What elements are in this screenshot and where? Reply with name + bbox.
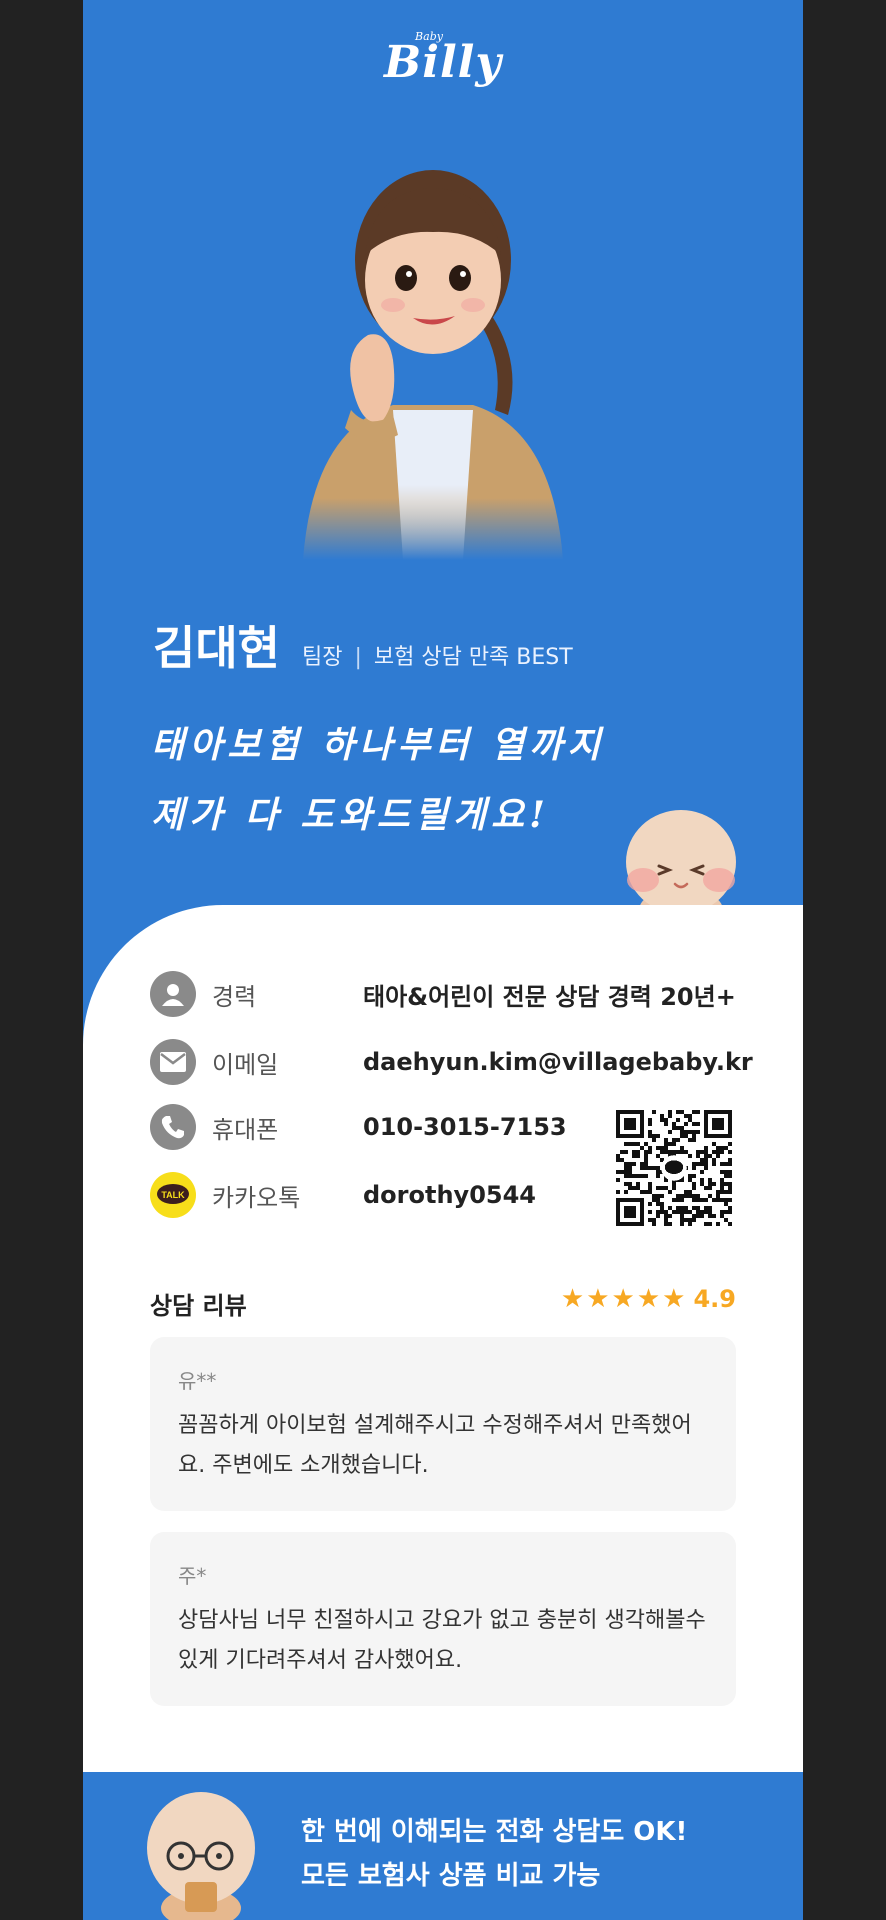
star-icon: ★ [636, 1284, 661, 1314]
career-row: 경력 태아&어린이 전문 상담 경력 20년+ [150, 969, 736, 1019]
slogan-line-1: 태아보험 하나부터 열까지 [151, 724, 606, 766]
consultant-role: 팀장 | 보험 상담 만족 BEST [302, 639, 573, 671]
star-icon: ★ [586, 1284, 610, 1314]
slogan-line-2: 제가 다 도와드릴게요! [151, 794, 550, 836]
email-value[interactable]: daehyun.kim@villagebaby.kr [363, 1048, 753, 1076]
rating-stars: ★ ★ ★ ★ ★ 4.9 [559, 1284, 736, 1314]
reviews-title: 상담 리뷰 [150, 1292, 247, 1320]
role-title: 팀장 [301, 645, 343, 670]
phone-row[interactable]: 휴대폰 010-3015-7153 [150, 1102, 567, 1152]
star-icon: ★ [662, 1284, 686, 1314]
email-row[interactable]: 이메일 daehyun.kim@villagebaby.kr [150, 1037, 753, 1087]
mail-icon [150, 1039, 196, 1085]
phone-value[interactable]: 010-3015-7153 [363, 1113, 567, 1141]
role-badge: 보험 상담 만족 BEST [373, 645, 573, 670]
kakao-value[interactable]: dorothy0544 [363, 1181, 536, 1209]
role-divider: | [354, 645, 362, 670]
phone-icon [150, 1104, 196, 1150]
consultant-name: 김대현 [153, 621, 280, 675]
career-value: 태아&어린이 전문 상담 경력 20년+ [363, 982, 736, 1011]
footer-banner[interactable]: 한 번에 이해되는 전화 상담도 OK! 모든 보험사 상품 비교 가능 [83, 1772, 803, 1920]
phone-label: 휴대폰 [212, 1115, 279, 1144]
qr-code[interactable] [616, 1110, 732, 1226]
name-row: 김대현 팀장 | 보험 상담 만족 BEST [153, 612, 573, 678]
person-icon [150, 971, 196, 1017]
career-label: 경력 [212, 982, 257, 1011]
kakao-icon-text: TALK [161, 1190, 185, 1200]
review-text: 꼼꼼하게 아이보험 설계해주시고 수정해주셔서 만족했어요. 주변에도 소개했습… [178, 1413, 692, 1478]
email-label: 이메일 [212, 1050, 279, 1079]
kakao-talk-icon: TALK [150, 1172, 196, 1218]
rating-value: 4.9 [693, 1285, 736, 1313]
review-card: 주* 상담사님 너무 친절하시고 강요가 없고 충분히 생각해볼수 있게 기다려… [150, 1532, 736, 1706]
consultant-avatar [303, 170, 563, 560]
brand-logo: Baby Billy [83, 30, 803, 88]
profile-card: Baby Billy 김대현 팀장 | 보험 상담 만족 BEST 태아보험 하… [83, 0, 803, 1920]
baby-glasses-character [147, 1792, 255, 1920]
logo-billy-text: Billy [384, 37, 502, 88]
star-icon: ★ [560, 1284, 585, 1314]
review-text: 상담사님 너무 친절하시고 강요가 없고 충분히 생각해볼수 있게 기다려주셔서… [178, 1608, 706, 1673]
kakao-label: 카카오톡 [212, 1183, 301, 1212]
logo-baby-text: Baby [415, 30, 443, 43]
kakao-row[interactable]: TALK 카카오톡 dorothy0544 [150, 1170, 536, 1220]
footer-text: 한 번에 이해되는 전화 상담도 OK! 모든 보험사 상품 비교 가능 [301, 1810, 687, 1898]
footer-line-1: 한 번에 이해되는 전화 상담도 OK! [301, 1817, 688, 1847]
footer-line-2: 모든 보험사 상품 비교 가능 [301, 1861, 601, 1891]
review-card: 유** 꼼꼼하게 아이보험 설계해주시고 수정해주셔서 만족했어요. 주변에도 … [150, 1337, 736, 1511]
review-author: 주* [178, 1564, 207, 1588]
star-icon: ★ [611, 1284, 635, 1314]
slogan: 태아보험 하나부터 열까지 제가 다 도와드릴게요! [151, 710, 605, 850]
review-author: 유** [178, 1369, 217, 1393]
